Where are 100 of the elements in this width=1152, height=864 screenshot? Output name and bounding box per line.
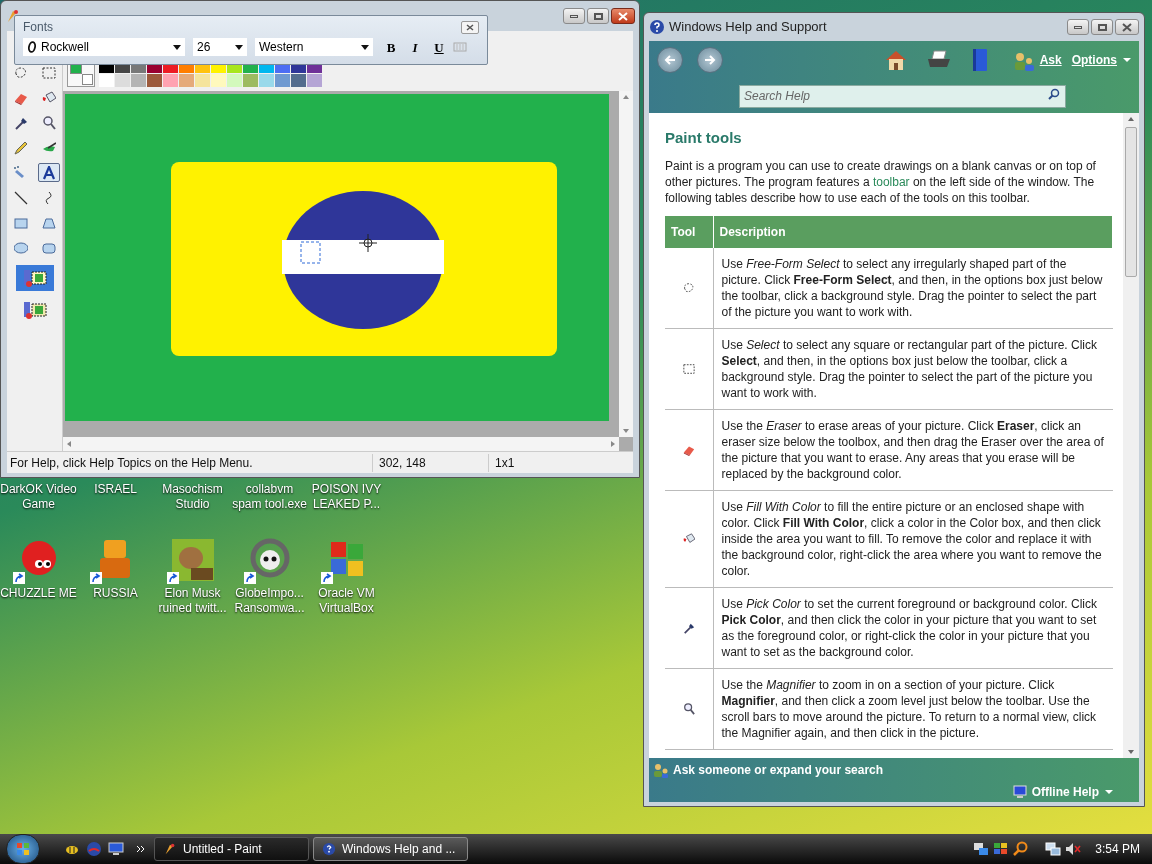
maximize-button[interactable] — [587, 8, 609, 24]
palette-swatch[interactable] — [259, 74, 274, 87]
tool-description: Use Pick Color to set the current foreground or background color. Click Pick Color, and then click the color in your picture that you want to set as the foreground color, or right-click the color in your picture that you want to set as the background color. — [721, 596, 1098, 659]
close-button[interactable] — [461, 20, 479, 34]
dashed-square-icon — [41, 65, 56, 80]
toolbar-link[interactable]: toolbar — [872, 174, 910, 189]
close-icon — [466, 23, 474, 31]
taskbar-button[interactable]: Windows Help and ... — [313, 837, 468, 861]
shortcut-arrow-icon — [243, 572, 256, 584]
computer-icon — [1011, 785, 1028, 799]
network-icon[interactable] — [973, 842, 990, 856]
search-field[interactable]: Search Help — [739, 84, 1066, 108]
font-style-button[interactable]: I — [405, 38, 425, 56]
palette-swatch[interactable] — [115, 74, 130, 87]
pencil-icon — [13, 140, 28, 155]
desktop-shortcut[interactable]: Oracle VM VirtualBox — [308, 538, 385, 616]
desktop-shortcut[interactable]: RUSSIA — [77, 538, 154, 616]
palette-swatch[interactable] — [131, 74, 146, 87]
palette-swatch[interactable] — [291, 74, 306, 87]
palette-swatch[interactable] — [275, 74, 290, 87]
windows-logo-icon — [16, 842, 30, 856]
toolbar-title: Fonts — [23, 19, 53, 36]
script-dropdown[interactable]: Western — [255, 38, 373, 56]
tool-description: Use the Magnifier to zoom in on a section of your picture. Click Magnifier, and then click a zoom level just below the toolbar. Use the scroll bars to move around the picture. To return to a normal view, click the Magnifier again, and then click in the picture. — [721, 677, 1097, 740]
forward-arrow-icon — [704, 55, 716, 65]
shield-icon[interactable] — [86, 841, 102, 857]
desktop-icon-label[interactable]: Masochism Studio — [154, 482, 231, 512]
status-help-text: For Help, click Help Topics on the Help Menu. — [7, 453, 373, 472]
start-button[interactable] — [6, 834, 40, 864]
font-name-dropdown[interactable]: Rockwell — [23, 38, 185, 56]
font-style-button[interactable]: B — [381, 38, 401, 56]
cursor-position: 302, 148 — [373, 453, 489, 472]
ask-link[interactable]: Ask — [1039, 51, 1062, 69]
chevron-icon[interactable] — [136, 844, 146, 854]
monitor-icon[interactable] — [108, 842, 124, 856]
font-style-button[interactable]: U — [429, 38, 449, 56]
text-tool-icon — [41, 165, 56, 180]
dashed-square-icon — [682, 362, 695, 375]
desktop-shortcut[interactable]: GlobeImpo... Ransomwa... — [231, 538, 308, 616]
desktop-shortcut[interactable]: CHUZZLE ME — [0, 538, 77, 616]
tool-button[interactable] — [37, 163, 60, 182]
muted-speaker-icon[interactable] — [1065, 842, 1082, 856]
palette-swatch[interactable] — [163, 74, 178, 87]
windows-flag-icon[interactable] — [993, 842, 1010, 856]
shortcut-arrow-icon — [12, 572, 25, 584]
palette-swatch[interactable] — [243, 74, 258, 87]
horizontal-scrollbar[interactable] — [63, 437, 619, 451]
tool-description: Use Free-Form Select to select any irregularly shaped part of the picture. Click Free-Form Select, and then, in the options box just below the toolbar, click a background style. Drag the pointer to select the part of the picture you want to work with. — [721, 256, 1103, 319]
font-size-dropdown[interactable]: 26 — [193, 38, 247, 56]
desktop-icon-label[interactable]: POISON IVY LEAKED P... — [308, 482, 385, 512]
ask-someone-link[interactable]: Ask someone or expand your search — [673, 761, 884, 779]
back-button[interactable] — [657, 47, 683, 73]
magnifier-icon — [41, 115, 56, 130]
search-icon[interactable] — [1013, 841, 1030, 857]
dashed-lasso-icon — [682, 281, 695, 294]
rectangle-icon — [13, 215, 28, 230]
vertical-scrollbar[interactable] — [619, 91, 633, 437]
shortcut-arrow-icon — [89, 572, 102, 584]
desktop-icon-label[interactable]: ISRAEL — [77, 482, 154, 512]
palette-swatch[interactable] — [307, 74, 322, 87]
dashed-lasso-icon — [13, 65, 28, 80]
people-icon — [653, 762, 669, 778]
maximize-button[interactable] — [1091, 19, 1113, 35]
palette-swatch[interactable] — [179, 74, 194, 87]
selection-size: 1x1 — [494, 454, 516, 472]
close-icon — [1122, 22, 1132, 32]
shortcut-arrow-icon — [166, 572, 179, 584]
palette-swatch[interactable] — [227, 74, 242, 87]
help-icon — [649, 19, 665, 35]
rounded-rectangle-icon — [41, 240, 56, 255]
transparency-option[interactable] — [15, 265, 54, 291]
close-button[interactable] — [611, 8, 635, 24]
taskbar-button[interactable]: Untitled - Paint — [154, 837, 309, 861]
clock[interactable]: 3:54 PM — [1095, 840, 1140, 858]
animal-box-art-icon — [170, 538, 215, 582]
minimize-button[interactable] — [563, 8, 585, 24]
palette-swatch[interactable] — [211, 74, 226, 87]
offline-help-menu[interactable]: Offline Help — [1031, 783, 1113, 801]
desktop-shortcut[interactable]: Elon Musk ruined twitt... — [154, 538, 231, 616]
vertical-text-icon — [453, 41, 467, 53]
search-icon[interactable] — [1048, 88, 1060, 100]
palette-swatch[interactable] — [147, 74, 162, 87]
options-menu[interactable]: Options — [1071, 51, 1131, 69]
opentype-icon — [27, 41, 37, 53]
minimize-button[interactable] — [1067, 19, 1089, 35]
page-heading: Paint tools — [665, 128, 743, 148]
back-arrow-icon — [664, 55, 676, 65]
intro-paragraph: Paint is a program you can use to create drawings on a blank canvas or on top of other pictures. The program features a toolbar on the left side of the window. The following tables describe how to use each of the tools on this toolbar. — [665, 157, 1097, 206]
vertical-scrollbar[interactable] — [1123, 113, 1139, 758]
minimize-icon — [1074, 25, 1082, 29]
palette-swatch[interactable] — [99, 74, 114, 87]
forward-button[interactable] — [697, 47, 723, 73]
desktop-icon-label[interactable]: DarkOK Video Game — [0, 482, 77, 512]
minimize-icon — [570, 14, 578, 18]
desktop-icon-label[interactable]: collabvm spam tool.exe — [231, 482, 308, 512]
eyedropper-icon — [682, 621, 695, 634]
tool-description: Use Fill With Color to fill the entire picture or an enclosed shape with color. Click Fill With Color, click a color in the Color box, and then click inside the area you want to fill. To remove the color and replace it with the background color, right-click the area where you want to remove the color. — [721, 499, 1102, 578]
palette-swatch[interactable] — [195, 74, 210, 87]
close-button[interactable] — [1115, 19, 1139, 35]
computers-icon[interactable] — [1045, 842, 1062, 856]
